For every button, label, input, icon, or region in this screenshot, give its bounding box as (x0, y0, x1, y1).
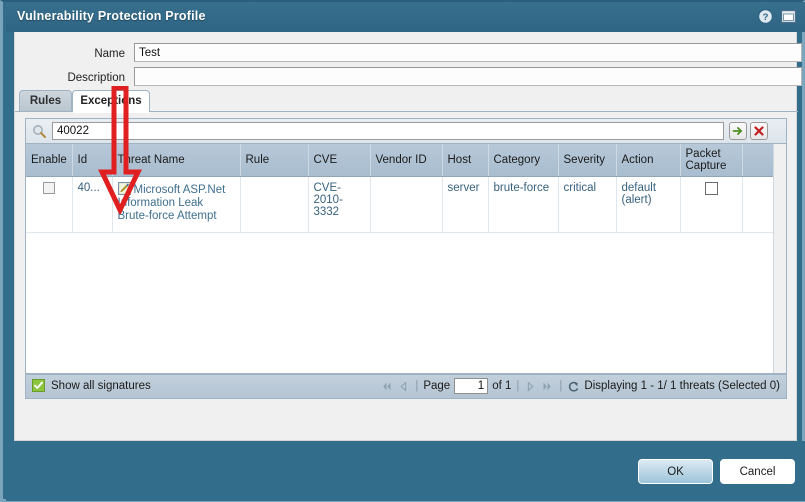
cell-vendor-id (370, 176, 443, 233)
cell-cve: CVE-2010-3332 (308, 176, 371, 233)
page-next-icon[interactable] (524, 380, 537, 393)
tab-rules[interactable]: Rules (19, 90, 72, 112)
table-scroll-area: Enable Id Threat Name Rule CVE Vendor ID… (26, 144, 786, 373)
display-count-label: Displaying 1 - 1/ 1 threats (Selected 0) (584, 380, 780, 392)
dialog-window: Vulnerability Protection Profile ? Name … (0, 0, 805, 502)
page-first-icon[interactable] (380, 380, 393, 393)
column-header-host[interactable]: Host (442, 144, 489, 177)
threat-table: Enable Id Threat Name Rule CVE Vendor ID… (26, 144, 775, 233)
title-bar: Vulnerability Protection Profile ? (6, 2, 805, 32)
search-bar (26, 119, 786, 144)
page-label: Page (423, 380, 451, 392)
edit-pencil-icon[interactable] (117, 182, 131, 195)
column-header-rule[interactable]: Rule (240, 144, 309, 177)
cell-rule (240, 176, 309, 233)
grid-vertical-scrollbar[interactable] (773, 144, 786, 373)
tab-strip: Rules Exceptions (15, 90, 798, 112)
table-header-row: Enable Id Threat Name Rule CVE Vendor ID… (26, 144, 775, 177)
search-icon (32, 124, 47, 139)
table-row[interactable]: 40... Microsoft ASP.Net Information Leak… (26, 176, 775, 233)
refresh-icon[interactable] (567, 380, 580, 393)
pager-divider-3: | (559, 380, 563, 392)
name-input[interactable] (134, 43, 802, 62)
column-header-threat-name[interactable]: Threat Name (112, 144, 241, 177)
signature-grid: Enable Id Threat Name Rule CVE Vendor ID… (25, 118, 787, 374)
page-number-input[interactable] (454, 378, 489, 394)
cell-packet-capture (680, 176, 743, 233)
threat-name-link[interactable]: Microsoft ASP.Net Information Leak Brute… (118, 184, 226, 222)
cell-severity: critical (558, 176, 617, 233)
dialog-body: Name Description Rules Exceptions (14, 32, 802, 441)
column-header-packet-capture[interactable]: Packet Capture (680, 144, 743, 177)
svg-text:?: ? (763, 12, 769, 23)
column-header-trailing (742, 144, 775, 177)
title-bar-actions: ? (757, 8, 797, 25)
help-circle-icon[interactable]: ? (757, 8, 774, 25)
tab-underline-mask (73, 111, 149, 113)
show-all-signatures-checkbox[interactable] (32, 379, 45, 392)
grid-status-bar: Show all signatures | Page of 1 | (25, 374, 787, 399)
cell-action: default (alert) (616, 176, 681, 233)
ok-button[interactable]: OK (638, 459, 713, 484)
dialog-footer: OK Cancel (6, 441, 805, 501)
column-header-cve[interactable]: CVE (308, 144, 371, 177)
window-maximize-icon[interactable] (780, 8, 797, 25)
pager-divider-1: | (415, 380, 419, 392)
column-header-category[interactable]: Category (488, 144, 559, 177)
pagination-controls: | Page of 1 | | (380, 378, 780, 394)
show-all-signatures-control[interactable]: Show all signatures (32, 379, 151, 392)
enable-checkbox[interactable] (42, 182, 55, 194)
description-input[interactable] (134, 67, 802, 86)
search-clear-button[interactable] (750, 122, 768, 140)
cell-enable (26, 176, 73, 233)
column-header-id[interactable]: Id (72, 144, 113, 177)
page-last-icon[interactable] (541, 380, 554, 393)
name-label: Name (94, 48, 125, 60)
column-header-severity[interactable]: Severity (558, 144, 617, 177)
page-title: Vulnerability Protection Profile (17, 9, 206, 23)
tab-exceptions[interactable]: Exceptions (72, 90, 150, 112)
description-label: Description (67, 72, 125, 84)
column-header-action[interactable]: Action (616, 144, 681, 177)
page-of-label: of 1 (492, 380, 512, 392)
search-go-button[interactable] (729, 122, 747, 140)
cell-host: server (442, 176, 489, 233)
page-prev-icon[interactable] (397, 380, 410, 393)
column-header-enable[interactable]: Enable (26, 144, 73, 177)
cell-threat-name: Microsoft ASP.Net Information Leak Brute… (112, 176, 241, 233)
show-all-signatures-label: Show all signatures (51, 379, 151, 392)
cell-trailing (742, 176, 775, 233)
packet-capture-checkbox[interactable] (704, 182, 718, 195)
cell-id: 40... (72, 176, 113, 233)
search-input[interactable] (52, 122, 724, 140)
cancel-button[interactable]: Cancel (720, 459, 795, 484)
cell-category: brute-force (488, 176, 559, 233)
pager-divider-2: | (516, 380, 520, 392)
column-header-vendor-id[interactable]: Vendor ID (370, 144, 443, 177)
